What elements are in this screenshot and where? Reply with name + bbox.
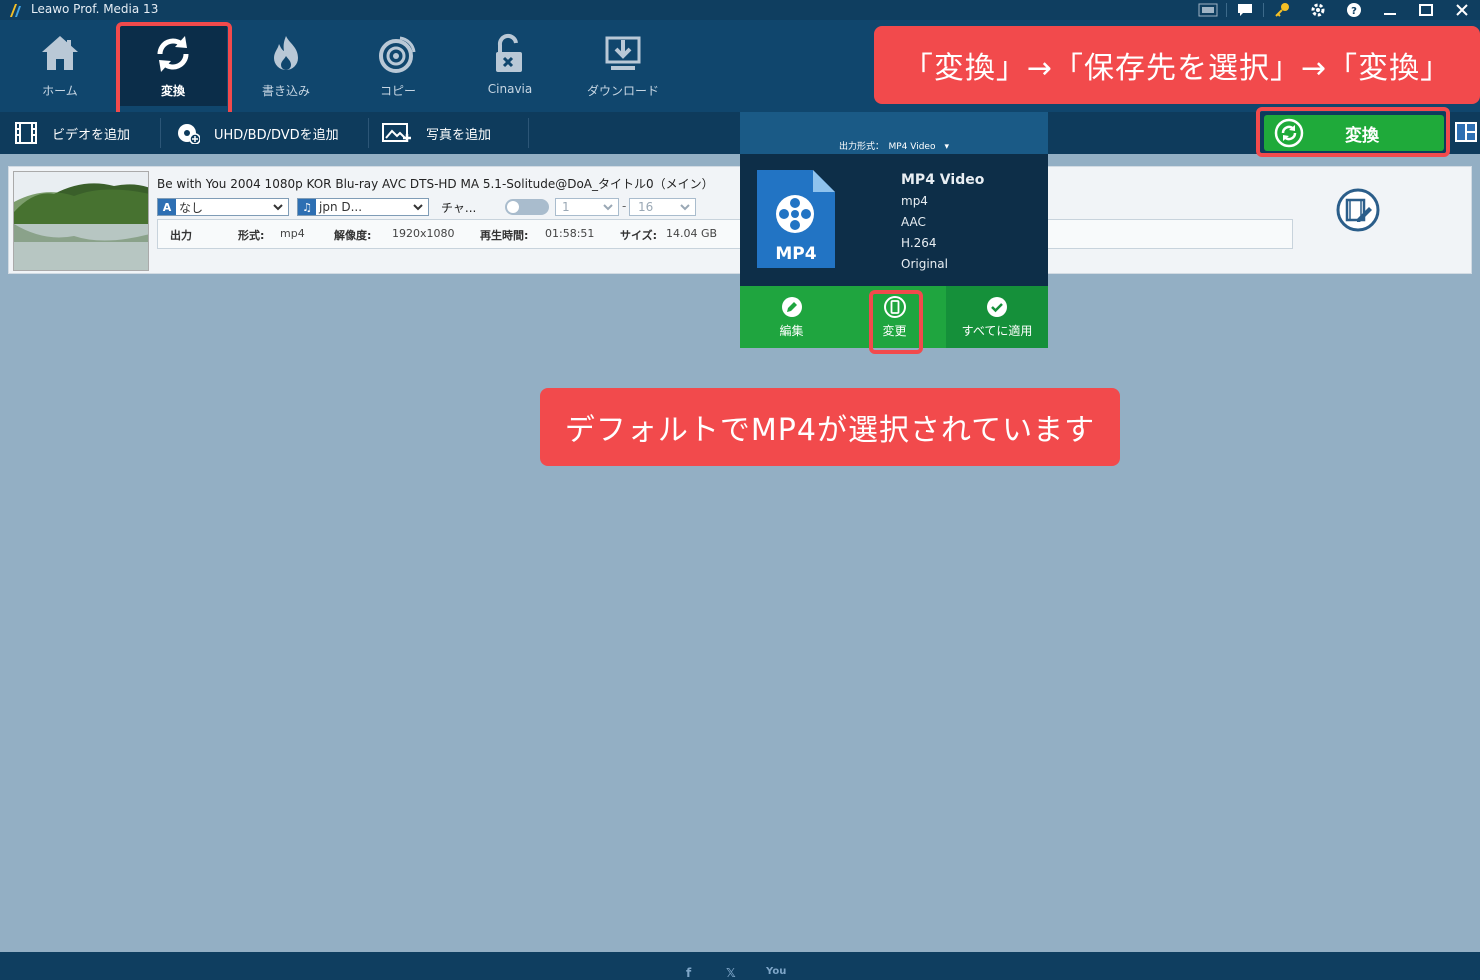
window-controls: ? [1190, 0, 1480, 20]
audio-note-icon: ♫ [298, 199, 316, 215]
resolution-value: 1920x1080 [392, 227, 455, 240]
audio-select-value: jpn D... [319, 200, 363, 214]
photo-add-icon [382, 123, 411, 142]
video-thumbnail [13, 171, 149, 271]
duration-value: 01:58:51 [545, 227, 595, 240]
tab-download-label: ダウンロード [586, 84, 659, 98]
format-resolution: Original [901, 257, 948, 271]
audio-select[interactable]: ♫ jpn D... [297, 198, 429, 216]
tab-burn-label: 書き込み [261, 84, 310, 98]
format-popup-header[interactable]: 出力形式： MP4 Video ▾ [740, 112, 1048, 154]
callout-default-mp4: デフォルトでMP4が選択されています [540, 388, 1120, 466]
chevron-down-icon [602, 199, 614, 218]
edit-format-label: 編集 [779, 323, 804, 338]
format-key: 形式: [238, 229, 265, 242]
x-twitter-icon[interactable]: 𝕏 [726, 966, 736, 980]
tab-copy-label: コピー [379, 84, 416, 98]
highlight-convert-button [1256, 107, 1450, 157]
highlight-change-button [869, 290, 923, 354]
tab-cinavia-label: Cinavia [487, 82, 533, 96]
size-key: サイズ: [620, 229, 658, 242]
output-info: 出力 形式: mp4 解像度: 1920x1080 再生時間: 01:58:51… [157, 219, 1293, 249]
mp4-icon-label: MP4 [775, 244, 817, 264]
tab-home-label: ホーム [42, 84, 78, 98]
chat-icon[interactable] [1227, 0, 1263, 20]
chapter-toggle[interactable] [505, 199, 549, 215]
subtitle-select[interactable]: A なし [157, 198, 289, 216]
youtube-icon[interactable]: You [766, 966, 786, 977]
minimize-icon[interactable] [1372, 0, 1408, 20]
chapter-start-select[interactable]: 1 [555, 198, 619, 216]
tab-burn[interactable]: 書き込み [232, 26, 340, 106]
tab-copy[interactable]: コピー [344, 26, 452, 106]
format-details: MP4 Video mp4 AAC H.264 Original [901, 170, 984, 275]
disc-icon [379, 36, 416, 73]
help-icon[interactable]: ? [1336, 0, 1372, 20]
facebook-icon[interactable]: f [686, 966, 691, 980]
edit-video-icon[interactable] [1335, 187, 1381, 233]
subtitle-select-value: なし [179, 200, 204, 215]
burn-icon [274, 36, 298, 70]
range-separator: - [622, 199, 627, 213]
callout-steps: 「変換」→「保存先を選択」→「変換」 [874, 26, 1480, 104]
add-photo-button[interactable]: 写真を追加 [382, 112, 491, 154]
format-container: mp4 [901, 194, 928, 208]
resolution-key: 解像度: [334, 229, 372, 242]
download-icon [605, 36, 641, 70]
format-value: mp4 [280, 227, 305, 240]
format-popup-header-text: 出力形式： MP4 Video ▾ [838, 142, 949, 152]
tab-home[interactable]: ホーム [6, 26, 114, 106]
svg-text:?: ? [1351, 6, 1357, 17]
chapter-end-value: 16 [638, 200, 654, 214]
subtitle-icon: A [158, 199, 176, 215]
disc-add-icon [178, 124, 200, 144]
format-audio: AAC [901, 215, 926, 229]
divider [160, 118, 161, 148]
gear-icon[interactable] [1300, 0, 1336, 20]
chapter-start-value: 1 [562, 200, 570, 214]
tab-cinavia[interactable]: Cinavia [456, 26, 564, 106]
chapter-label: チャ... [441, 201, 477, 215]
add-disc-label: UHD/BD/DVDを追加 [214, 127, 339, 143]
title-bar: Leawo Prof. Media 13 ? [0, 0, 1480, 20]
amd-icon[interactable] [1190, 0, 1226, 20]
unlock-icon [496, 33, 522, 72]
close-icon[interactable] [1444, 0, 1480, 20]
add-video-label: ビデオを追加 [52, 127, 131, 143]
chevron-down-icon [272, 199, 284, 218]
divider [528, 118, 529, 148]
format-video: H.264 [901, 236, 937, 250]
film-icon [15, 122, 37, 144]
layout-toggle-icon[interactable] [1454, 120, 1478, 144]
size-value: 14.04 GB [666, 227, 718, 240]
format-name: MP4 Video [901, 172, 985, 188]
apply-all-label: すべてに適用 [961, 323, 1033, 338]
tab-download[interactable]: ダウンロード [569, 26, 677, 106]
maximize-icon[interactable] [1408, 0, 1444, 20]
format-popup: MP4 MP4 Video mp4 AAC H.264 Original [740, 154, 1048, 286]
chapter-end-select[interactable]: 16 [629, 198, 696, 216]
duration-key: 再生時間: [480, 229, 529, 242]
add-video-button[interactable]: ビデオを追加 [14, 112, 130, 154]
app-title: Leawo Prof. Media 13 [31, 2, 159, 16]
edit-format-button[interactable]: 編集 [740, 286, 843, 348]
app-logo-icon [10, 4, 21, 17]
add-disc-button[interactable]: UHD/BD/DVDを追加 [176, 112, 339, 154]
chevron-down-icon [679, 199, 691, 218]
highlight-convert-tab [116, 22, 232, 118]
output-label: 出力 [170, 229, 192, 242]
file-title: Be with You 2004 1080p KOR Blu-ray AVC D… [157, 177, 714, 191]
divider [368, 118, 369, 148]
toggle-knob [507, 201, 519, 213]
add-photo-label: 写真を追加 [426, 127, 492, 143]
key-icon[interactable] [1264, 0, 1300, 20]
chevron-down-icon [412, 199, 424, 218]
apply-all-button[interactable]: すべてに適用 [946, 286, 1048, 348]
bottom-bar: f 𝕏 You [0, 952, 1480, 980]
check-circle-icon [987, 296, 1007, 317]
home-icon [42, 36, 78, 70]
pencil-circle-icon [781, 296, 802, 317]
